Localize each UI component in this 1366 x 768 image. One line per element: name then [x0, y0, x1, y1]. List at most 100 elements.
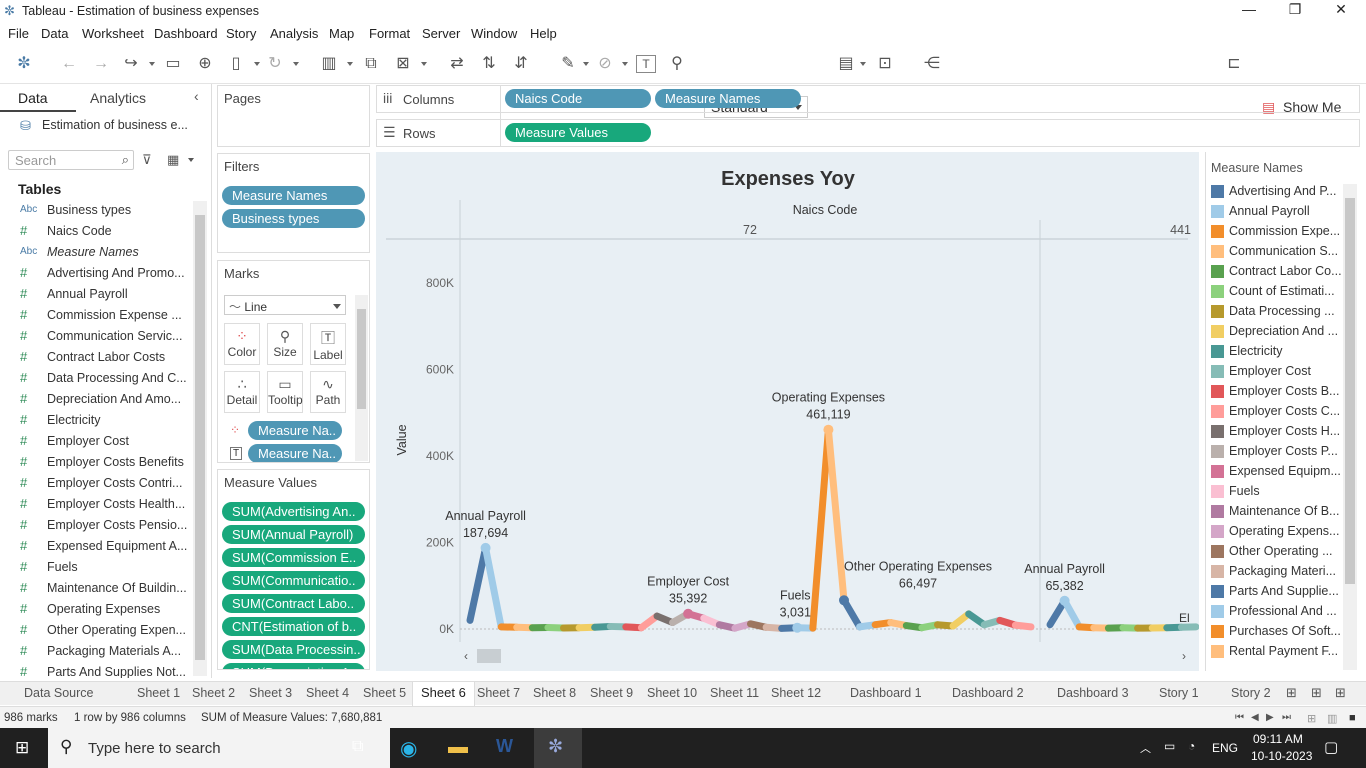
label-button[interactable]: 🅃 Label	[310, 323, 346, 365]
filter-pill-measure-names[interactable]: Measure Names	[222, 186, 365, 205]
field-item[interactable]: # Annual Payroll	[0, 285, 190, 306]
detail-button[interactable]: ∴ Detail	[224, 371, 260, 413]
save-icon[interactable]: ▭	[162, 54, 184, 76]
field-item[interactable]: # Employer Costs Pensio...	[0, 516, 190, 537]
scrollbar-thumb[interactable]	[195, 215, 205, 660]
sheet-tab[interactable]: Sheet 12	[771, 686, 821, 700]
sheet-tab[interactable]: Sheet 2	[192, 686, 235, 700]
new-dashboard-icon[interactable]: ⊞	[1335, 685, 1346, 701]
legend-item[interactable]: Employer Costs B...	[1211, 382, 1341, 402]
field-item[interactable]: # Operating Expenses	[0, 600, 190, 621]
clock-date[interactable]: 10-10-2023	[1251, 749, 1312, 763]
legend-item[interactable]: Employer Costs H...	[1211, 422, 1341, 442]
filters-card[interactable]: Filters Measure Names Business types	[217, 153, 370, 253]
refresh-icon[interactable]: ↻	[264, 54, 286, 76]
field-item[interactable]: Abc Measure Names	[0, 243, 190, 264]
legend-item[interactable]: Data Processing ...	[1211, 302, 1341, 322]
sheet-tab[interactable]: Sheet 3	[249, 686, 292, 700]
fix-axes-icon[interactable]: ⚲	[666, 54, 688, 76]
annotated-point[interactable]	[792, 622, 803, 633]
tab-data[interactable]: Data	[18, 90, 48, 106]
replay-dropdown-icon[interactable]	[149, 62, 155, 66]
annotated-point[interactable]	[683, 608, 694, 619]
annotate-icon[interactable]: ⊏	[1223, 54, 1245, 76]
legend-item[interactable]: Employer Costs P...	[1211, 442, 1341, 462]
marks-scrollbar[interactable]	[355, 295, 368, 461]
legend-item[interactable]: Advertising And P...	[1211, 182, 1341, 202]
menu-file[interactable]: File	[8, 26, 29, 41]
field-item[interactable]: # Employer Costs Contri...	[0, 474, 190, 495]
sheet-tab[interactable]: Sheet 10	[647, 686, 697, 700]
h-scrollbar[interactable]	[460, 649, 1188, 663]
replay-icon[interactable]: ↪	[120, 54, 142, 76]
highlight-icon[interactable]: ✎	[557, 54, 579, 76]
menu-format[interactable]: Format	[369, 26, 410, 41]
clear-dropdown-icon[interactable]	[421, 62, 427, 66]
annotated-point[interactable]	[1059, 595, 1070, 606]
view-dropdown-icon[interactable]	[188, 158, 194, 162]
notifications-icon[interactable]: ▢	[1324, 738, 1338, 756]
field-item[interactable]: # Contract Labor Costs	[0, 348, 190, 369]
legend-item[interactable]: Packaging Materi...	[1211, 562, 1341, 582]
network-icon[interactable]: ▭	[1164, 739, 1175, 753]
legend-item[interactable]: Expensed Equipm...	[1211, 462, 1341, 482]
field-item[interactable]: # Advertising And Promo...	[0, 264, 190, 285]
menu-server[interactable]: Server	[422, 26, 460, 41]
legend-item[interactable]: Parts And Supplie...	[1211, 582, 1341, 602]
legend-item[interactable]: Count of Estimati...	[1211, 282, 1341, 302]
undo-icon[interactable]: ←	[58, 54, 80, 76]
datasource-name[interactable]: Estimation of business e...	[42, 118, 188, 132]
menu-window[interactable]: Window	[471, 26, 517, 41]
scroll-left-icon[interactable]: ‹	[464, 649, 468, 663]
new-worksheet-icon[interactable]: ▥	[318, 54, 340, 76]
line-segment-pane1[interactable]	[809, 426, 832, 632]
pause-updates-icon[interactable]: ▯	[225, 54, 247, 76]
tab-analytics[interactable]: Analytics	[90, 90, 146, 106]
language-indicator[interactable]: ENG	[1212, 741, 1238, 755]
field-list-scrollbar[interactable]	[193, 201, 207, 676]
sheet-tab[interactable]: Sheet 1	[137, 686, 180, 700]
task-view-icon[interactable]: ⧉	[352, 738, 363, 756]
tableau-home-icon[interactable]: ✼	[13, 54, 35, 76]
legend-item[interactable]: Communication S...	[1211, 242, 1341, 262]
line-chart[interactable]: Expenses Yoy Naics Code 72 441 Value 0K 2…	[376, 152, 1200, 671]
nav-prev-icon[interactable]: ◀	[1251, 712, 1259, 723]
group-dropdown-icon[interactable]	[622, 62, 628, 66]
new-data-source-icon[interactable]: ⊞	[1286, 685, 1297, 701]
annotated-point[interactable]	[839, 595, 849, 606]
marks-pill-label[interactable]: Measure Na..	[248, 444, 342, 462]
sheet-tab[interactable]: Story 1	[1159, 686, 1199, 700]
tray-chevron-icon[interactable]: ︿	[1140, 740, 1151, 756]
search-input[interactable]: Search ⌕	[8, 150, 134, 170]
sheet-tab[interactable]: Sheet 6	[412, 682, 475, 706]
field-item[interactable]: # Packaging Materials A...	[0, 642, 190, 663]
restore-button[interactable]: ❐	[1272, 1, 1318, 21]
legend-scrollbar[interactable]	[1343, 184, 1357, 670]
edge-icon[interactable]: ◉	[400, 736, 417, 761]
scrollbar-thumb[interactable]	[357, 309, 366, 409]
legend-item[interactable]: Employer Costs C...	[1211, 402, 1341, 422]
highlight-dropdown-icon[interactable]	[583, 62, 589, 66]
filter-icon[interactable]: ⊽	[142, 152, 152, 168]
field-item[interactable]: Abc Business types	[0, 201, 190, 222]
pages-card[interactable]: Pages	[217, 85, 370, 147]
filmstrip-icon[interactable]: ▥	[1327, 712, 1337, 725]
pause-dropdown-icon[interactable]	[254, 62, 260, 66]
legend-item[interactable]: Other Operating ...	[1211, 542, 1341, 562]
clear-sheet-icon[interactable]: ⊠	[392, 54, 414, 76]
legend-item[interactable]: Depreciation And ...	[1211, 322, 1341, 342]
menu-map[interactable]: Map	[329, 26, 354, 41]
path-button[interactable]: ∿ Path	[310, 371, 346, 413]
measure-value-pill[interactable]: SUM(Commission E..	[222, 548, 365, 567]
file-explorer-icon[interactable]: ▬	[448, 736, 468, 759]
size-button[interactable]: ⚲ Size	[267, 323, 303, 365]
measure-value-pill[interactable]: SUM(Advertising An..	[222, 502, 365, 521]
sheet-tab[interactable]: Story 2	[1231, 686, 1271, 700]
field-item[interactable]: # Other Operating Expen...	[0, 621, 190, 642]
field-item[interactable]: # Depreciation And Amo...	[0, 390, 190, 411]
field-item[interactable]: # Communication Servic...	[0, 327, 190, 348]
swap-rows-columns-icon[interactable]: ⇄	[446, 54, 468, 76]
refresh-dropdown-icon[interactable]	[293, 62, 299, 66]
new-worksheet-tab-icon[interactable]: ⊞	[1311, 685, 1322, 701]
tab-view-grid-icon[interactable]: ⊞	[1307, 712, 1316, 725]
